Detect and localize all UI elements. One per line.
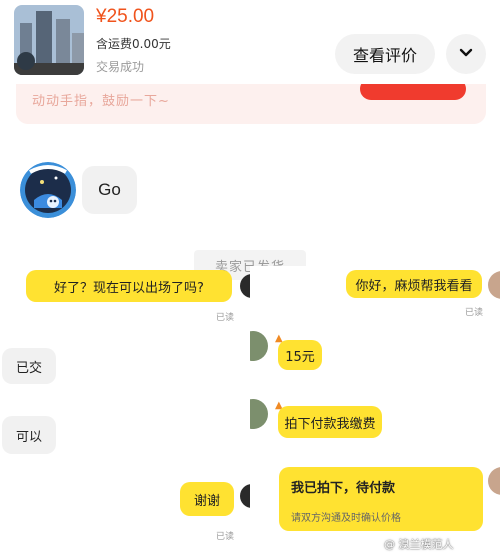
payment-status-card[interactable]: 我已拍下，待付款 请双方沟通及时确认价格 (279, 467, 483, 531)
expand-button[interactable] (446, 34, 486, 74)
buyer-avatar[interactable] (250, 330, 268, 362)
payment-status-title: 我已拍下，待付款 (291, 481, 396, 496)
read-status: 已读 (216, 532, 235, 542)
product-header: ¥25.00 含运费0.00元 交易成功 查看评价 (0, 0, 500, 84)
chevron-down-icon (458, 44, 474, 64)
message-bubble: 已交 (2, 348, 56, 384)
banner-text: 动动手指，鼓励一下~ (32, 94, 170, 109)
message-bubble: 好了？现在可以出场了吗? (26, 270, 232, 302)
read-status: 已读 (465, 308, 484, 318)
message-bubble: 可以 (2, 416, 56, 454)
shipping-fee: 含运费0.00元 (96, 37, 171, 51)
message-bubble: 你好，麻烦帮我看看 (346, 270, 482, 298)
watermark: @ 溴兰模范人 (384, 538, 454, 551)
product-price: ¥25.00 (96, 6, 155, 27)
payment-status-note: 请双方沟通及时确认价格 (291, 513, 401, 524)
view-review-button[interactable]: 查看评价 (335, 34, 435, 74)
message-bubble: 拍下付款我缴费 (278, 406, 382, 438)
seller-avatar[interactable] (487, 270, 500, 300)
product-thumbnail[interactable] (14, 5, 84, 75)
buyer-avatar[interactable] (250, 398, 268, 430)
read-status: 已读 (216, 313, 235, 323)
deal-status: 交易成功 (96, 60, 145, 74)
message-bubble: Go (82, 166, 137, 214)
message-bubble: 15元 (278, 340, 322, 370)
message-bubble: 谢谢 (180, 482, 234, 516)
user-avatar[interactable] (20, 162, 76, 218)
seller-avatar[interactable] (487, 466, 500, 496)
